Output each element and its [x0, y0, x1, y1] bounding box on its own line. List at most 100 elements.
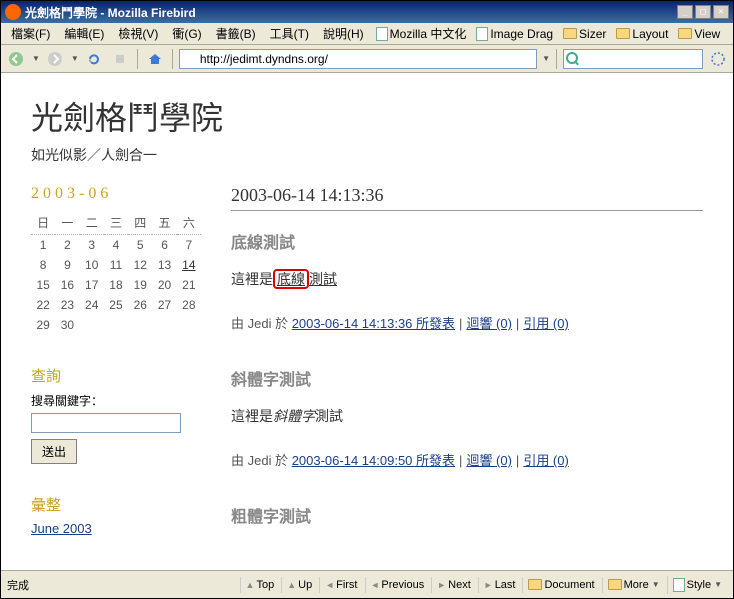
- main-column: 2003-06-14 14:13:36 底線測試 這裡是底線測試 由 Jedi …: [231, 185, 703, 543]
- calendar-day[interactable]: 20: [152, 275, 176, 295]
- search-label: 搜尋關鍵字：: [31, 392, 201, 409]
- nav-style[interactable]: Style▼: [667, 576, 727, 594]
- folder-icon: [528, 579, 542, 590]
- author-prefix: 由 Jedi 於: [231, 316, 292, 331]
- calendar-day[interactable]: 3: [80, 235, 104, 256]
- menu-help[interactable]: 說明(H): [317, 23, 370, 44]
- calendar-day[interactable]: 24: [80, 295, 104, 315]
- nav-up[interactable]: Up: [281, 577, 317, 593]
- menu-view[interactable]: 檢視(V): [112, 23, 164, 44]
- calendar-day[interactable]: 11: [104, 255, 128, 275]
- comments-link[interactable]: 迴響 (0): [466, 453, 512, 468]
- close-button[interactable]: ×: [713, 5, 729, 19]
- page-icon: [376, 27, 388, 41]
- nav-first[interactable]: First: [319, 577, 362, 593]
- calendar-day[interactable]: 13: [152, 255, 176, 275]
- nav-more[interactable]: More▼: [602, 577, 665, 593]
- bookmark-label: Image Drag: [490, 27, 553, 41]
- search-submit-button[interactable]: 送出: [31, 439, 77, 464]
- text: 這裡是: [231, 271, 273, 287]
- post-title: 斜體字測試: [231, 366, 703, 390]
- nav-document[interactable]: Document: [522, 577, 599, 593]
- bookmark-image-drag[interactable]: Image Drag: [472, 25, 557, 43]
- calendar-dow: 四: [128, 211, 152, 235]
- window-titlebar: 光劍格鬥學院 - Mozilla Firebird _ □ ×: [1, 1, 733, 23]
- reload-button[interactable]: [83, 48, 105, 70]
- menu-go[interactable]: 衝(G): [166, 23, 207, 44]
- calendar-day[interactable]: 6: [152, 235, 176, 256]
- calendar-day[interactable]: 4: [104, 235, 128, 256]
- calendar-day[interactable]: 17: [80, 275, 104, 295]
- permalink[interactable]: 2003-06-14 14:13:36 所發表: [292, 316, 455, 331]
- menu-file[interactable]: 檔案(F): [5, 23, 56, 44]
- calendar-day[interactable]: 9: [55, 255, 79, 275]
- menu-bookmarks[interactable]: 書籤(B): [210, 23, 262, 44]
- triangle-left-icon: [371, 580, 380, 590]
- calendar-day[interactable]: 14: [177, 255, 201, 275]
- calendar-day[interactable]: 5: [128, 235, 152, 256]
- back-button[interactable]: [5, 48, 27, 70]
- trackback-link[interactable]: 引用 (0): [523, 453, 569, 468]
- calendar-day[interactable]: 28: [177, 295, 201, 315]
- post-meta: 由 Jedi 於 2003-06-14 14:09:50 所發表|迴響 (0)|…: [231, 450, 703, 469]
- browser-search-input[interactable]: [563, 49, 703, 69]
- bookmark-sizer[interactable]: Sizer: [559, 25, 610, 43]
- calendar-day[interactable]: 18: [104, 275, 128, 295]
- triangle-right-icon: [437, 580, 446, 590]
- text: 這裡是: [231, 408, 273, 424]
- forward-dropdown[interactable]: ▼: [71, 54, 79, 63]
- app-icon: [5, 4, 21, 20]
- calendar-day[interactable]: 30: [55, 315, 79, 335]
- bookmark-label: View: [694, 27, 720, 41]
- bookmark-layout[interactable]: Layout: [612, 25, 672, 43]
- author-prefix: 由 Jedi 於: [231, 453, 292, 468]
- stop-button[interactable]: [109, 48, 131, 70]
- calendar-day[interactable]: 10: [80, 255, 104, 275]
- calendar-day[interactable]: 25: [104, 295, 128, 315]
- calendar-day: [80, 315, 104, 335]
- calendar-day: [128, 315, 152, 335]
- trackback-link[interactable]: 引用 (0): [523, 316, 569, 331]
- forward-button[interactable]: [44, 48, 66, 70]
- calendar-day[interactable]: 8: [31, 255, 55, 275]
- bookmark-mozilla-zh[interactable]: Mozilla 中文化: [372, 23, 471, 44]
- nav-top[interactable]: Top: [240, 577, 280, 593]
- calendar-day[interactable]: 19: [128, 275, 152, 295]
- folder-icon: [678, 28, 692, 39]
- calendar-day[interactable]: 23: [55, 295, 79, 315]
- archive-link[interactable]: June 2003: [31, 521, 92, 536]
- calendar-day[interactable]: 1: [31, 235, 55, 256]
- permalink[interactable]: 2003-06-14 14:09:50 所發表: [292, 453, 455, 468]
- calendar-dow: 日: [31, 211, 55, 235]
- calendar-day[interactable]: 21: [177, 275, 201, 295]
- calendar-day[interactable]: 2: [55, 235, 79, 256]
- maximize-button[interactable]: □: [695, 5, 711, 19]
- menu-edit[interactable]: 編輯(E): [58, 23, 110, 44]
- calendar-day[interactable]: 12: [128, 255, 152, 275]
- calendar-day[interactable]: 15: [31, 275, 55, 295]
- bookmark-label: Sizer: [579, 27, 606, 41]
- calendar-dow: 一: [55, 211, 79, 235]
- calendar-day[interactable]: 29: [31, 315, 55, 335]
- nav-last[interactable]: Last: [478, 577, 521, 593]
- minimize-button[interactable]: _: [677, 5, 693, 19]
- calendar-day[interactable]: 7: [177, 235, 201, 256]
- nav-previous[interactable]: Previous: [365, 577, 430, 593]
- calendar-day[interactable]: 26: [128, 295, 152, 315]
- url-dropdown[interactable]: ▼: [542, 54, 550, 63]
- calendar-day[interactable]: 27: [152, 295, 176, 315]
- post-body: 這裡是斜體字測試: [231, 406, 703, 426]
- menu-tools[interactable]: 工具(T): [264, 23, 315, 44]
- nav-next[interactable]: Next: [431, 577, 476, 593]
- post-title: 底線測試: [231, 229, 703, 253]
- bookmark-view[interactable]: View: [674, 25, 724, 43]
- address-bar[interactable]: [179, 49, 537, 69]
- folder-icon: [616, 28, 630, 39]
- triangle-left-icon: [325, 580, 334, 590]
- comments-link[interactable]: 迴響 (0): [466, 316, 512, 331]
- calendar-day[interactable]: 16: [55, 275, 79, 295]
- home-button[interactable]: [144, 48, 166, 70]
- back-dropdown[interactable]: ▼: [32, 54, 40, 63]
- search-input[interactable]: [31, 413, 181, 433]
- calendar-day[interactable]: 22: [31, 295, 55, 315]
